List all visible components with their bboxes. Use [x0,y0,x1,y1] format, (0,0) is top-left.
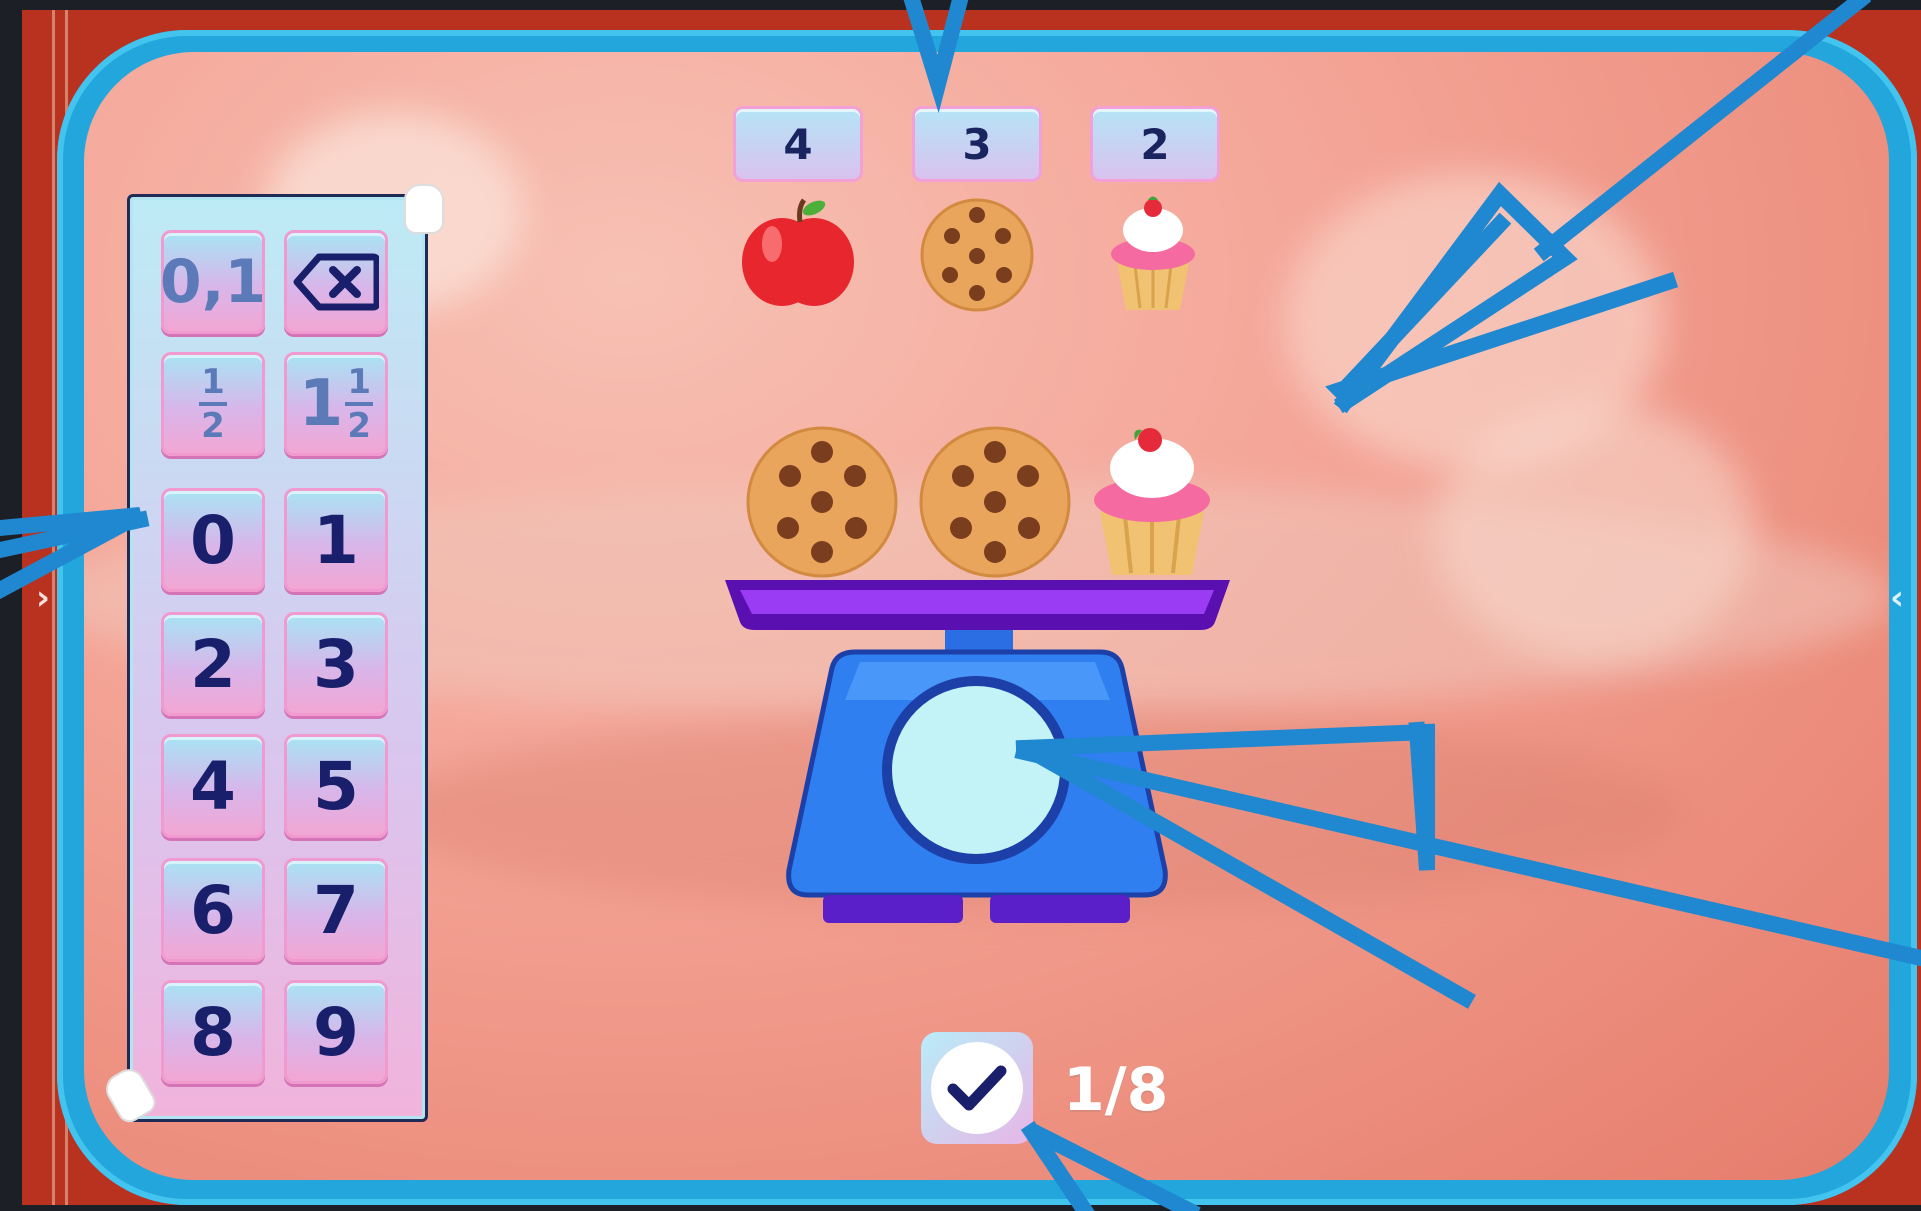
digit-label: 5 [313,747,359,825]
digit-label: 3 [313,625,359,703]
check-button-inner [931,1042,1023,1134]
right-nav-arrow-icon[interactable]: ‹ [1890,578,1904,618]
digit-key-5[interactable]: 5 [284,734,388,838]
hand-cursor-icon [404,184,444,234]
backspace-icon [293,253,379,311]
fraction-numerator: 1 [201,362,225,402]
target-count-cupcake: 2 [1090,106,1220,182]
digit-label: 1 [313,501,359,579]
half-key[interactable]: 1 2 [161,352,265,456]
digit-label: 2 [190,625,236,703]
digit-label: 6 [190,871,236,949]
left-nav-arrow-icon[interactable]: › [36,578,50,618]
target-count-label: 3 [962,119,992,169]
digit-label: 4 [190,747,236,825]
fraction-numerator: 1 [347,362,372,402]
decimal-key-label: 0,1 [159,247,267,317]
decimal-key[interactable]: 0,1 [159,230,267,334]
digit-key-9[interactable]: 9 [284,980,388,1084]
digit-key-4[interactable]: 4 [161,734,265,838]
digit-key-1[interactable]: 1 [284,488,388,592]
backspace-key[interactable] [284,230,388,334]
one-and-half-key[interactable]: 1 1 2 [284,352,388,456]
fraction-denominator: 2 [201,406,225,446]
fraction-half: 1 2 [199,365,227,443]
mixed-whole: 1 [298,367,344,441]
digit-label: 0 [190,501,236,579]
digit-key-8[interactable]: 8 [161,980,265,1084]
progress-counter: 1/8 [1063,1055,1169,1125]
digit-key-3[interactable]: 3 [284,612,388,716]
digit-label: 7 [313,871,359,949]
digit-key-0[interactable]: 0 [161,488,265,592]
target-count-apple: 4 [733,106,863,182]
digit-label: 8 [190,993,236,1071]
digit-key-2[interactable]: 2 [161,612,265,716]
fraction-denominator: 2 [347,406,372,446]
checkmark-icon [947,1065,1007,1111]
mixed-fraction: 1 2 [345,362,374,446]
target-count-label: 4 [783,119,813,169]
digit-key-6[interactable]: 6 [161,858,265,962]
digit-label: 9 [313,993,359,1071]
check-answer-button[interactable] [921,1032,1033,1144]
target-count-cookie: 3 [912,106,1042,182]
target-count-label: 2 [1140,119,1170,169]
digit-key-7[interactable]: 7 [284,858,388,962]
mixed-number: 1 1 2 [299,365,374,443]
